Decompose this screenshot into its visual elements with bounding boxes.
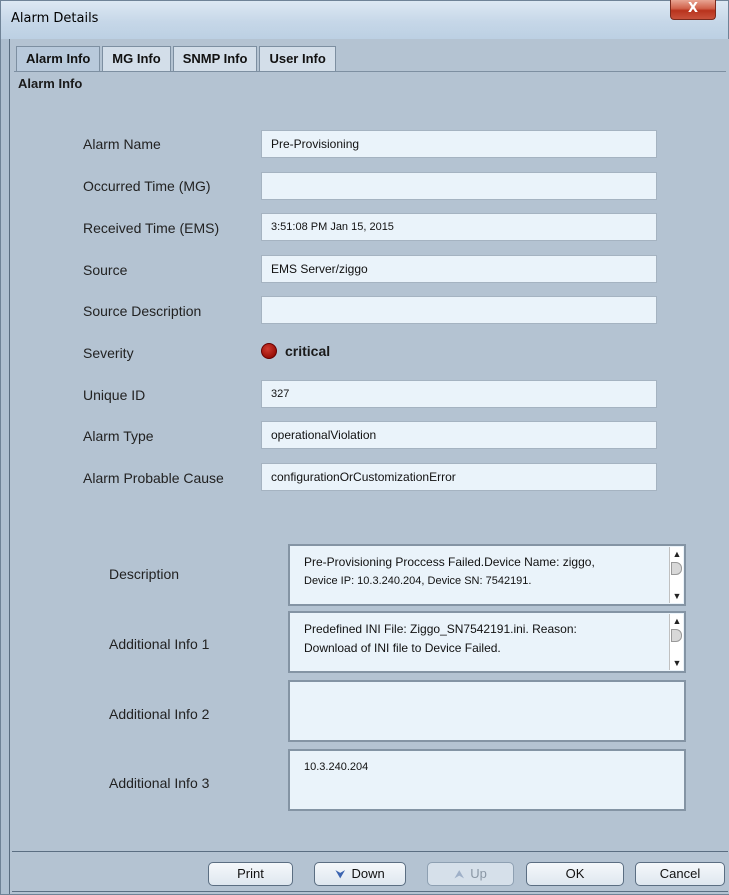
down-label: Down — [351, 866, 385, 881]
additional-info-3-textarea[interactable]: 10.3.240.204 — [288, 749, 686, 811]
double-chevron-down-icon: ⮟ — [335, 867, 346, 881]
description-textarea[interactable]: Pre-Provisioning Proccess Failed.Device … — [288, 544, 686, 606]
arrow-down-icon[interactable]: ▼ — [671, 590, 683, 602]
description-line-2: Device IP: 10.3.240.204, Device SN: 7542… — [304, 575, 532, 587]
tab-user-info[interactable]: User Info — [259, 46, 336, 71]
scroll-thumb[interactable] — [671, 562, 682, 575]
alarm-type-label: Alarm Type — [83, 428, 154, 444]
red-dot-icon — [261, 343, 277, 359]
down-button[interactable]: ⮟ Down — [314, 862, 406, 886]
arrow-up-icon[interactable]: ▲ — [671, 615, 683, 627]
alarm-name-field[interactable]: Pre-Provisioning — [261, 130, 657, 158]
unique-id-label: Unique ID — [83, 387, 146, 403]
source-description-label: Source Description — [83, 303, 202, 319]
arrow-up-icon[interactable]: ▲ — [671, 548, 683, 560]
close-button[interactable]: X — [670, 0, 716, 20]
description-scrollbar[interactable]: ▲ ▼ — [669, 547, 683, 603]
received-time-label: Received Time (EMS) — [83, 220, 220, 236]
unique-id-field[interactable]: 327 — [261, 380, 657, 408]
severity-indicator: critical — [261, 343, 330, 359]
title-bar[interactable]: Alarm Details X — [1, 0, 728, 39]
cancel-button[interactable]: Cancel — [635, 862, 725, 886]
additional-info-1-textarea[interactable]: Predefined INI File: Ziggo_SN7542191.ini… — [288, 611, 686, 673]
tab-mg-info[interactable]: MG Info — [102, 46, 171, 71]
source-field[interactable]: EMS Server/ziggo — [261, 255, 657, 283]
source-description-field[interactable] — [261, 296, 657, 324]
tab-strip: Alarm Info MG Info SNMP Info User Info — [16, 46, 338, 72]
description-line-1: Pre-Provisioning Proccess Failed.Device … — [304, 555, 595, 569]
print-label: Print — [237, 866, 264, 881]
print-button[interactable]: Print — [208, 862, 293, 886]
window-title: Alarm Details — [11, 11, 99, 26]
additional-info-2-label: Additional Info 2 — [109, 706, 210, 722]
additional-info-1-line-2: Download of INI file to Device Failed. — [304, 641, 501, 655]
probable-cause-field[interactable]: configurationOrCustomizationError — [261, 463, 657, 491]
source-label: Source — [83, 262, 128, 278]
up-button[interactable]: ⮝ Up — [427, 862, 514, 886]
tab-alarm-info[interactable]: Alarm Info — [16, 46, 101, 72]
additional-info-1-scrollbar[interactable]: ▲ ▼ — [669, 614, 683, 670]
double-chevron-up-icon: ⮝ — [454, 867, 465, 881]
alarm-name-label: Alarm Name — [83, 136, 161, 152]
tab-snmp-info[interactable]: SNMP Info — [172, 46, 258, 71]
cancel-label: Cancel — [659, 866, 701, 881]
ok-button[interactable]: OK — [526, 862, 624, 886]
alarm-info-panel: Alarm Info Alarm Name Pre-Provisioning O… — [14, 71, 726, 851]
additional-info-1-label: Additional Info 1 — [109, 636, 210, 652]
additional-info-1-line-1: Predefined INI File: Ziggo_SN7542191.ini… — [304, 622, 577, 636]
received-time-field[interactable]: 3:51:08 PM Jan 15, 2015 — [261, 213, 657, 241]
alarm-type-field[interactable]: operationalViolation — [261, 421, 657, 449]
alarm-details-window: Alarm Details X Alarm Info MG Info SNMP … — [0, 0, 729, 895]
close-icon: X — [687, 1, 699, 16]
arrow-down-icon[interactable]: ▼ — [671, 657, 683, 669]
up-label: Up — [470, 866, 487, 881]
probable-cause-label: Alarm Probable Cause — [83, 470, 224, 486]
scroll-thumb[interactable] — [671, 629, 682, 642]
dialog-body: Alarm Info MG Info SNMP Info User Info A… — [9, 39, 729, 894]
severity-label: Severity — [83, 345, 134, 361]
occurred-time-label: Occurred Time (MG) — [83, 178, 211, 194]
ok-label: OK — [565, 866, 585, 881]
additional-info-3-line-1: 10.3.240.204 — [304, 761, 369, 773]
section-title: Alarm Info — [18, 76, 83, 91]
severity-value: critical — [285, 343, 331, 359]
additional-info-3-label: Additional Info 3 — [109, 775, 210, 791]
button-bar: Print ⮟ Down ⮝ Up OK Cancel — [12, 851, 728, 892]
additional-info-2-textarea[interactable] — [288, 680, 686, 742]
occurred-time-field[interactable] — [261, 172, 657, 200]
description-label: Description — [109, 566, 180, 582]
